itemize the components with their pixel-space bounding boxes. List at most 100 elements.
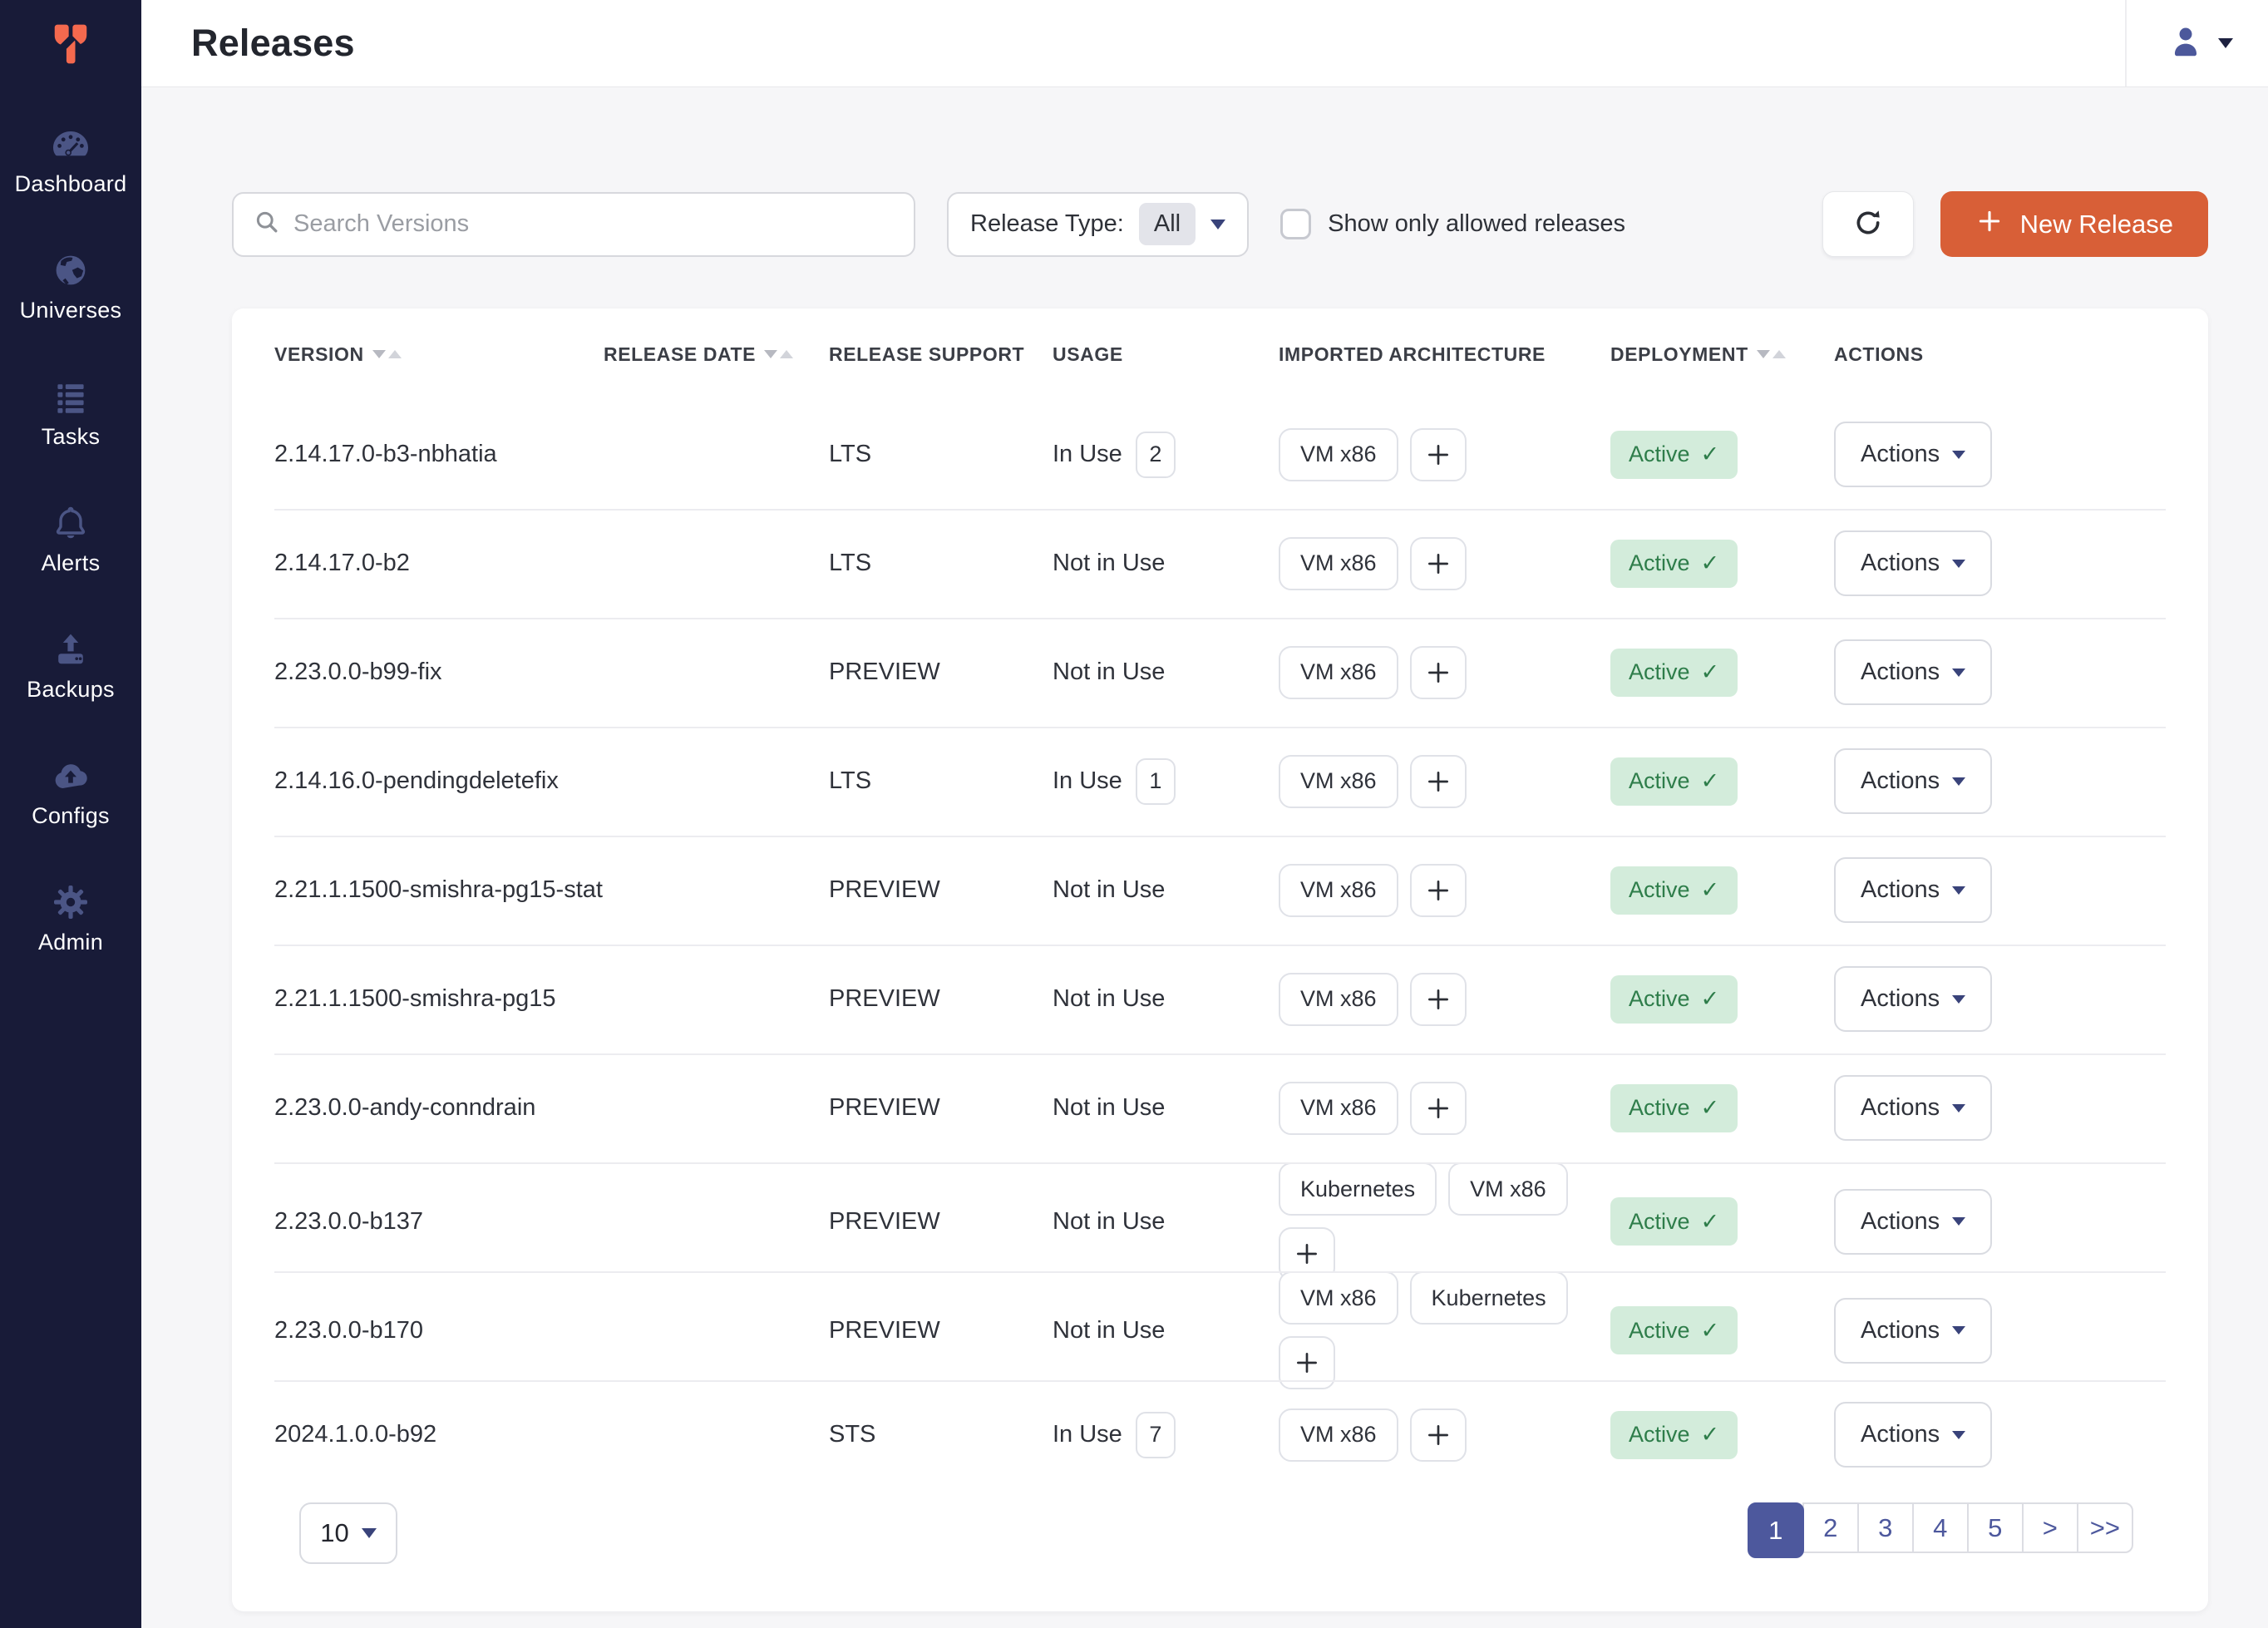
sidebar-item-alerts[interactable]: Alerts <box>0 503 141 576</box>
caret-down-icon <box>1952 886 1965 895</box>
sidebar-item-universes[interactable]: Universes <box>0 250 141 323</box>
sidebar-item-configs[interactable]: Configs <box>0 756 141 829</box>
page-5-button[interactable]: 5 <box>1967 1502 2024 1553</box>
deployment-status-text: Active <box>1629 986 1690 1012</box>
actions-button[interactable]: Actions <box>1834 857 1992 923</box>
actions-button-label: Actions <box>1861 985 1940 1013</box>
caret-down-icon <box>1952 451 1965 459</box>
add-architecture-button[interactable] <box>1410 973 1467 1026</box>
usage-count-chip[interactable]: 2 <box>1136 432 1176 478</box>
actions-button-label: Actions <box>1861 1208 1940 1236</box>
architecture-chip: VM x86 <box>1448 1162 1568 1216</box>
deployment-status-text: Active <box>1629 877 1690 903</box>
plus-icon <box>1293 1240 1321 1268</box>
check-icon: ✓ <box>1701 550 1720 576</box>
sort-asc-icon[interactable] <box>1772 350 1786 358</box>
sidebar-item-dashboard[interactable]: Dashboard <box>0 124 141 197</box>
backup-upload-icon <box>51 629 91 669</box>
add-architecture-button[interactable] <box>1410 864 1467 917</box>
actions-button[interactable]: Actions <box>1834 748 1992 814</box>
usage-label: In Use <box>1053 1421 1122 1448</box>
sidebar-item-tasks[interactable]: Tasks <box>0 377 141 450</box>
sort-asc-icon[interactable] <box>780 350 793 358</box>
release-support-cell: STS <box>829 1421 1053 1448</box>
page-1-button[interactable]: 1 <box>1748 1502 1804 1558</box>
release-support-cell: PREVIEW <box>829 659 1053 686</box>
column-header-label: USAGE <box>1053 343 1123 366</box>
page-3-button[interactable]: 3 <box>1857 1502 1914 1553</box>
page-4-button[interactable]: 4 <box>1912 1502 1969 1553</box>
usage-label: Not in Use <box>1053 1208 1165 1236</box>
page-size-dropdown[interactable]: 10 <box>299 1502 397 1564</box>
refresh-icon <box>1851 206 1885 242</box>
add-architecture-button[interactable] <box>1410 1082 1467 1135</box>
actions-button[interactable]: Actions <box>1834 1075 1992 1141</box>
show-allowed-releases: Show only allowed releases <box>1280 209 1625 239</box>
search-input[interactable] <box>293 210 895 238</box>
version-cell: 2024.1.0.0-b92 <box>274 1421 604 1448</box>
actions-cell: Actions <box>1834 857 2166 923</box>
deployment-status-badge: Active✓ <box>1610 1197 1738 1246</box>
content: Release Type: All Show only allowed rele… <box>141 87 2268 1628</box>
column-header-version[interactable]: VERSION <box>274 343 604 366</box>
plus-icon <box>1424 550 1452 578</box>
sidebar-item-admin[interactable]: Admin <box>0 882 141 955</box>
next-page-button[interactable]: > <box>2022 1502 2078 1553</box>
new-release-button[interactable]: New Release <box>1940 191 2208 257</box>
usage-cell: In Use 1 <box>1053 758 1279 805</box>
add-architecture-button[interactable] <box>1410 428 1467 481</box>
actions-button[interactable]: Actions <box>1834 530 1992 596</box>
usage-cell: In Use2 <box>1053 432 1279 478</box>
table-row: 2.21.1.1500-smishra-pg15PREVIEWNot in Us… <box>232 945 2208 1053</box>
sort-asc-icon[interactable] <box>388 350 402 358</box>
plus-icon <box>1424 1094 1452 1122</box>
table-header-row: VERSIONRELEASE DATERELEASE SUPPORTUSAGEI… <box>232 308 2208 400</box>
sidebar-item-backups[interactable]: Backups <box>0 629 141 703</box>
column-header-deployment[interactable]: DEPLOYMENT <box>1610 343 1834 366</box>
add-architecture-button[interactable] <box>1410 755 1467 808</box>
add-architecture-button[interactable] <box>1410 1408 1467 1462</box>
deployment-cell: Active✓ <box>1610 975 1834 1024</box>
sort-desc-icon[interactable] <box>372 350 386 358</box>
actions-button[interactable]: Actions <box>1834 966 1992 1032</box>
deployment-cell: Active✓ <box>1610 866 1834 915</box>
refresh-button[interactable] <box>1822 191 1914 257</box>
plus-icon <box>1424 1421 1452 1449</box>
imported-architecture-cell: VM x86 <box>1279 755 1610 808</box>
sort-desc-icon[interactable] <box>764 350 777 358</box>
show-allowed-checkbox[interactable] <box>1280 209 1311 239</box>
actions-button[interactable]: Actions <box>1834 1189 1992 1255</box>
app-root: Dashboard Universes Tasks Alerts Backups Conf… <box>0 0 2268 1628</box>
usage-label: In Use <box>1053 767 1122 795</box>
usage-cell: Not in Use <box>1053 550 1279 577</box>
actions-cell: Actions <box>1834 639 2166 705</box>
last-page-button[interactable]: >> <box>2077 1502 2133 1553</box>
architecture-chip: VM x86 <box>1279 537 1398 590</box>
actions-button[interactable]: Actions <box>1834 1298 1992 1364</box>
page-2-button[interactable]: 2 <box>1802 1502 1859 1553</box>
release-type-dropdown[interactable]: Release Type: All <box>947 192 1249 257</box>
column-header-release-support: RELEASE SUPPORT <box>829 343 1053 366</box>
user-menu[interactable] <box>2160 22 2240 65</box>
sort-desc-icon[interactable] <box>1757 350 1770 358</box>
imported-architecture-cell: VM x86Kubernetes <box>1279 1271 1610 1389</box>
actions-button[interactable]: Actions <box>1834 639 1992 705</box>
caret-down-icon <box>1210 220 1225 229</box>
sort-icons[interactable] <box>764 350 793 358</box>
yugabyte-logo-icon[interactable] <box>43 0 98 87</box>
usage-label: Not in Use <box>1053 1094 1165 1122</box>
usage-label: Not in Use <box>1053 985 1165 1013</box>
actions-button[interactable]: Actions <box>1834 422 1992 487</box>
sort-icons[interactable] <box>372 350 402 358</box>
table-row: 2.21.1.1500-smishra-pg15-statPREVIEWNot … <box>232 836 2208 945</box>
add-architecture-button[interactable] <box>1410 646 1467 699</box>
usage-count-chip[interactable]: 1 <box>1136 758 1176 805</box>
deployment-status-badge: Active✓ <box>1610 1306 1738 1354</box>
actions-button[interactable]: Actions <box>1834 1402 1992 1468</box>
pagination: 12345>>> <box>1748 1502 2133 1558</box>
column-header-release-date[interactable]: RELEASE DATE <box>604 343 829 366</box>
release-support-cell: PREVIEW <box>829 985 1053 1013</box>
add-architecture-button[interactable] <box>1410 537 1467 590</box>
usage-count-chip[interactable]: 7 <box>1136 1412 1176 1458</box>
sort-icons[interactable] <box>1757 350 1786 358</box>
